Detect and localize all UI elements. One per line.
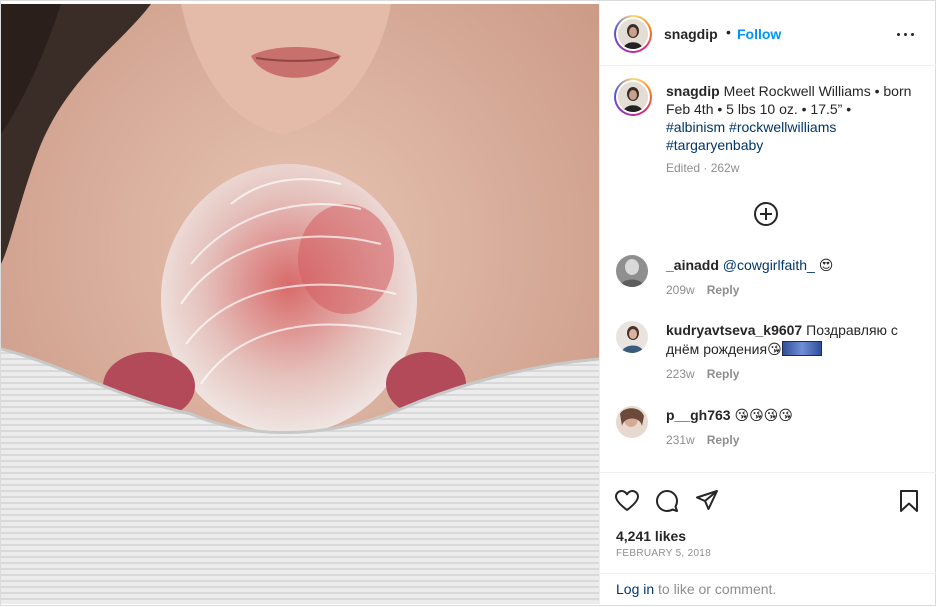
commenter-avatar[interactable] bbox=[616, 255, 648, 287]
hashtag-albinism[interactable]: #albinism bbox=[666, 119, 725, 135]
comment-mention[interactable]: @cowgirlfaith_ bbox=[723, 257, 815, 273]
newborn-photo-image bbox=[1, 4, 599, 604]
comment-text: kudryavtseva_k9607 Поздравляю с днём рож… bbox=[666, 321, 921, 359]
comment-meta: 209w Reply bbox=[666, 283, 739, 297]
bookmark-icon[interactable] bbox=[896, 488, 922, 514]
login-prompt: Log in to like or comment. bbox=[600, 573, 936, 607]
heart-icon[interactable] bbox=[614, 488, 640, 514]
comment-text: _ainadd @cowgirlfaith_ 😍 bbox=[666, 256, 921, 275]
edited-timestamp: Edited · 262w bbox=[666, 161, 740, 175]
more-options-icon[interactable] bbox=[896, 25, 916, 43]
hashtag-targaryenbaby[interactable]: #targaryenbaby bbox=[666, 137, 763, 153]
reply-button[interactable]: Reply bbox=[707, 283, 740, 297]
separator-dot: • bbox=[726, 24, 731, 40]
comment-meta: 223w Reply bbox=[666, 367, 739, 381]
login-link[interactable]: Log in bbox=[616, 581, 654, 597]
comment-age: 231w bbox=[666, 433, 695, 447]
follow-button[interactable]: Follow bbox=[737, 26, 781, 42]
plus-circle-icon[interactable] bbox=[753, 201, 779, 227]
comment-body: 😍 bbox=[818, 257, 834, 273]
comment-text: p__gh763 😘😘😘😘 bbox=[666, 406, 921, 425]
author-username[interactable]: snagdip bbox=[664, 26, 718, 42]
commenter-avatar[interactable] bbox=[616, 406, 648, 438]
comment-meta: 231w Reply bbox=[666, 433, 739, 447]
comment-age: 223w bbox=[666, 367, 695, 381]
comment-age: 209w bbox=[666, 283, 695, 297]
comment-body: 😘😘😘😘 bbox=[734, 407, 793, 423]
action-bar bbox=[600, 472, 936, 523]
like-count[interactable]: 4,241 likes bbox=[616, 528, 686, 544]
post-sidebar: snagdip • Follow snagdip Meet Rockwell Wi… bbox=[599, 1, 936, 607]
caption-username[interactable]: snagdip bbox=[666, 83, 720, 99]
login-prompt-text: to like or comment. bbox=[654, 581, 777, 597]
post-date[interactable]: FEBRUARY 5, 2018 bbox=[616, 548, 711, 559]
hashtag-rockwellwilliams[interactable]: #rockwellwilliams bbox=[729, 119, 836, 135]
caption-author-avatar[interactable] bbox=[614, 78, 652, 116]
commenter-username[interactable]: kudryavtseva_k9607 bbox=[666, 322, 802, 338]
paper-plane-icon[interactable] bbox=[694, 488, 720, 514]
post-header: snagdip • Follow bbox=[600, 1, 936, 66]
comment-bubble-icon[interactable] bbox=[654, 488, 680, 514]
commenter-username[interactable]: _ainadd bbox=[666, 257, 719, 273]
post-photo[interactable] bbox=[1, 4, 599, 604]
commenter-username[interactable]: p__gh763 bbox=[666, 407, 731, 423]
instagram-post: snagdip • Follow snagdip Meet Rockwell Wi… bbox=[0, 0, 936, 607]
author-avatar[interactable] bbox=[614, 15, 652, 53]
caption-text: snagdip Meet Rockwell Williams • born Feb… bbox=[666, 82, 916, 154]
reply-button[interactable]: Reply bbox=[707, 433, 740, 447]
commenter-avatar[interactable] bbox=[616, 321, 648, 353]
flag-emoji bbox=[781, 341, 822, 356]
reply-button[interactable]: Reply bbox=[707, 367, 740, 381]
